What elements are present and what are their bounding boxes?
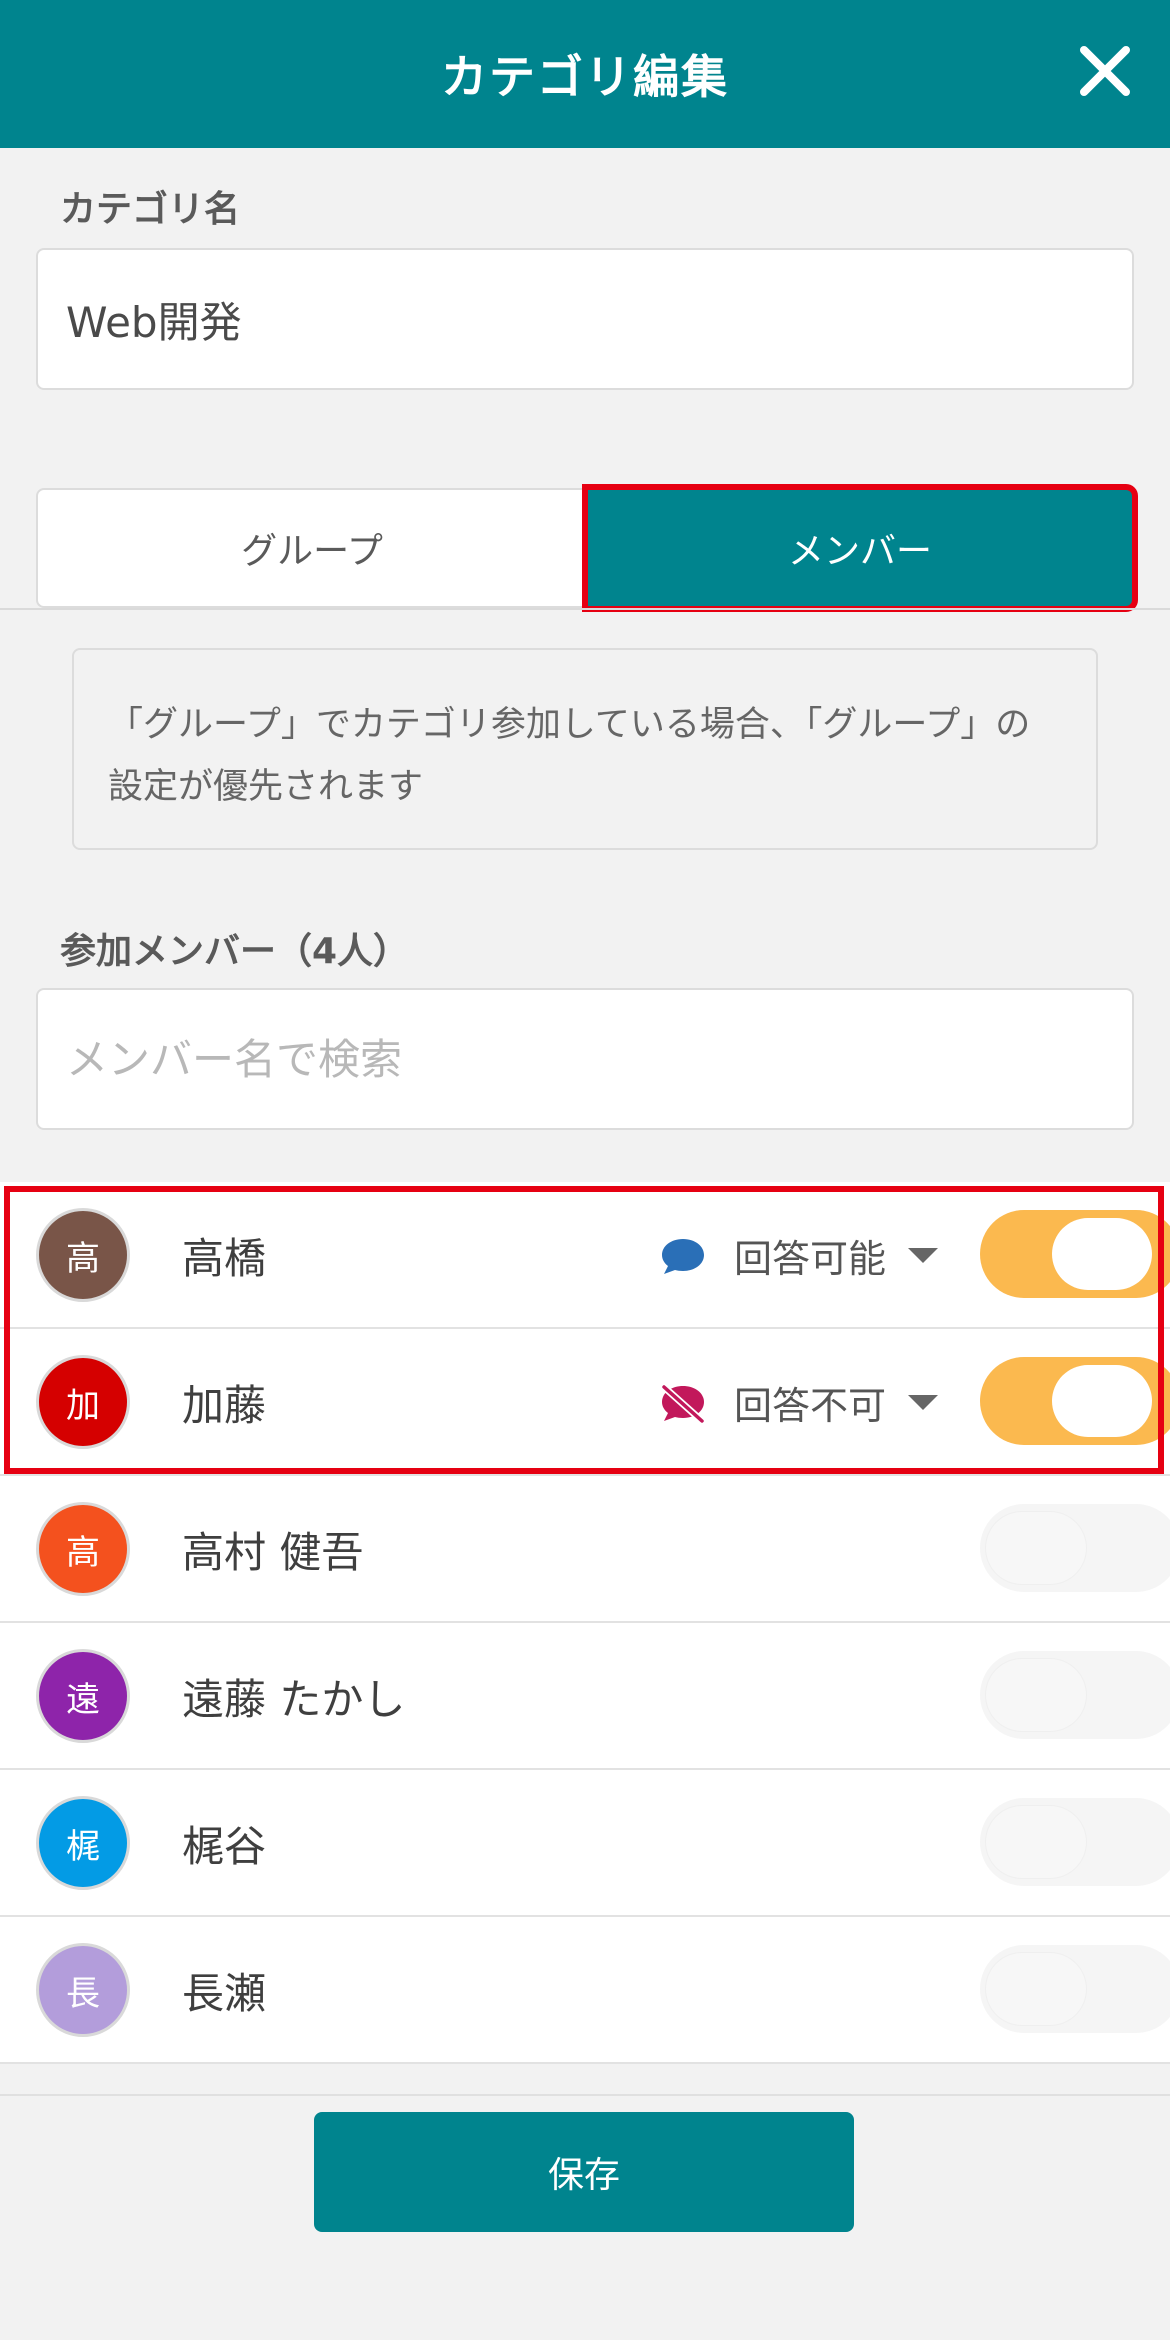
member-row: 遠 遠藤 たかし	[0, 1623, 1170, 1770]
footer-bar: 保存	[0, 2094, 1170, 2340]
save-button[interactable]: 保存	[314, 2112, 854, 2232]
member-toggle[interactable]	[980, 1357, 1170, 1445]
member-name: 梶谷	[182, 1822, 267, 1871]
member-row: 加 加藤 回答不可	[0, 1329, 1170, 1476]
member-row: 高 高村 健吾	[0, 1476, 1170, 1623]
category-name-label: カテゴリ名	[60, 189, 241, 230]
category-name-input[interactable]	[64, 250, 1132, 388]
toggle-knob	[986, 1512, 1086, 1584]
member-toggle[interactable]	[980, 1945, 1170, 2033]
page-title: カテゴリ編集	[441, 50, 729, 104]
notice-box: 「グループ」でカテゴリ参加している場合、「グループ」の設定が優先されます	[72, 648, 1098, 850]
member-row: 梶 梶谷	[0, 1770, 1170, 1917]
tab-bar: グループ メンバー	[36, 484, 1138, 612]
member-search-input[interactable]	[64, 990, 1132, 1128]
members-count-label: 参加メンバー（4人）	[60, 931, 410, 972]
member-row: 高 高橋 回答可能	[0, 1182, 1170, 1329]
header-bar: カテゴリ編集	[0, 0, 1170, 148]
member-toggle[interactable]	[980, 1504, 1170, 1592]
member-toggle[interactable]	[980, 1798, 1170, 1886]
avatar: 高	[36, 1208, 130, 1302]
permission-label: 回答可能	[734, 1237, 887, 1281]
chat-bubble-icon	[662, 1238, 704, 1274]
divider	[0, 608, 1170, 610]
member-toggle[interactable]	[980, 1651, 1170, 1739]
avatar: 梶	[36, 1796, 130, 1890]
member-name: 長瀬	[182, 1969, 267, 2018]
member-toggle[interactable]	[980, 1210, 1170, 1298]
close-icon[interactable]	[1074, 40, 1136, 102]
tab-member[interactable]: メンバー	[582, 484, 1138, 612]
avatar: 遠	[36, 1649, 130, 1743]
chat-off-icon	[661, 1383, 705, 1423]
toggle-knob	[1052, 1218, 1152, 1290]
member-row: 長 長瀬	[0, 1917, 1170, 2064]
member-name: 加藤	[182, 1381, 267, 1430]
chevron-down-icon	[908, 1395, 939, 1410]
toggle-knob	[1052, 1365, 1152, 1437]
toggle-knob	[986, 1659, 1086, 1731]
member-name: 遠藤 たかし	[182, 1675, 406, 1724]
member-search-field[interactable]	[36, 988, 1134, 1130]
member-name: 高村 健吾	[182, 1528, 364, 1577]
member-name: 高橋	[182, 1234, 267, 1283]
avatar: 高	[36, 1502, 130, 1596]
permission-label: 回答不可	[734, 1384, 887, 1428]
member-list: 高 高橋 回答可能 加 加藤 回答不可 高 高村 健吾 遠 遠藤 たかし 梶 梶…	[0, 1182, 1170, 2064]
toggle-knob	[986, 1806, 1086, 1878]
toggle-knob	[986, 1953, 1086, 2025]
avatar: 長	[36, 1943, 130, 2037]
permission-dropdown[interactable]: 回答可能	[660, 1182, 939, 1329]
chevron-down-icon	[908, 1248, 939, 1263]
permission-dropdown[interactable]: 回答不可	[660, 1329, 939, 1476]
tab-group[interactable]: グループ	[36, 488, 586, 608]
category-name-field[interactable]	[36, 248, 1134, 390]
avatar: 加	[36, 1355, 130, 1449]
